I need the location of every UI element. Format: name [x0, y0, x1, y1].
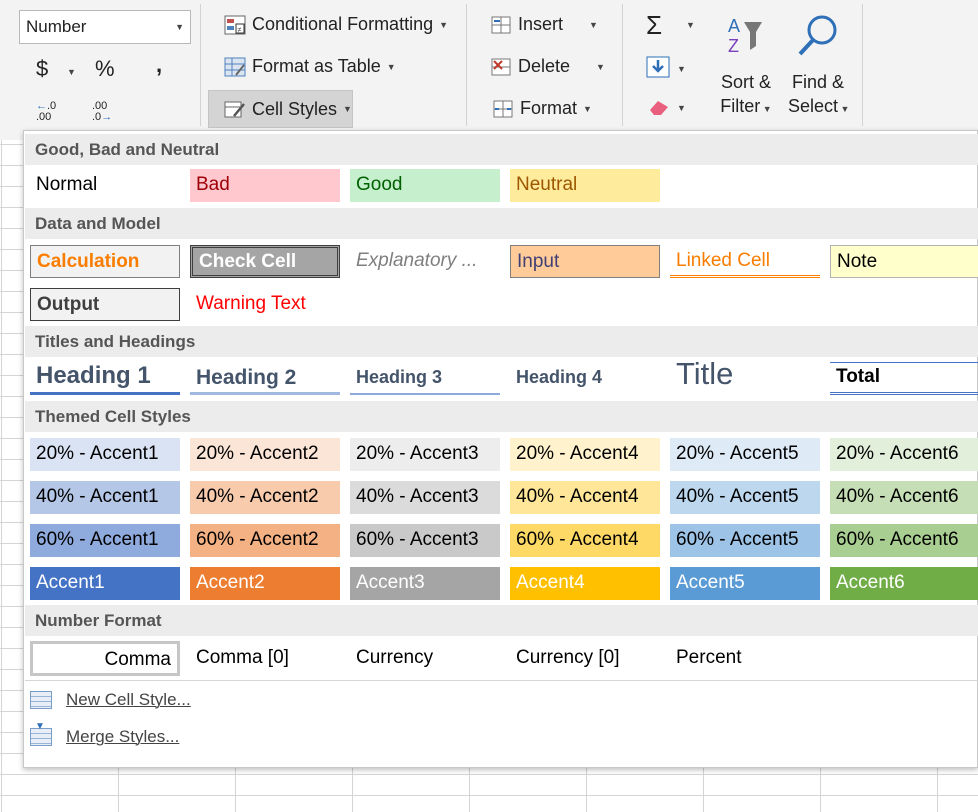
style-100-accent1[interactable]: Accent1	[30, 567, 180, 600]
delete-button[interactable]: Delete ▼	[490, 56, 605, 77]
fill-icon[interactable]	[646, 56, 670, 83]
sort-filter-button[interactable]: AZ Sort & Filter ▼	[718, 12, 774, 121]
style-60-accent2[interactable]: 60% - Accent2	[190, 524, 340, 557]
style-warning-text[interactable]: Warning Text	[190, 288, 340, 321]
style-explanatory[interactable]: Explanatory ...	[350, 245, 500, 278]
style-60-accent3[interactable]: 60% - Accent3	[350, 524, 500, 557]
style-currency-0[interactable]: Currency [0]	[510, 642, 660, 675]
svg-text:A: A	[728, 16, 740, 36]
style-heading-4[interactable]: Heading 4	[510, 362, 660, 395]
number-format-value: Number	[26, 17, 87, 36]
increase-decimal-button[interactable]: ←.0 .00	[36, 101, 56, 123]
section-header: Number Format	[25, 605, 978, 636]
style-60-accent6[interactable]: 60% - Accent6	[830, 524, 978, 557]
style-output[interactable]: Output	[30, 288, 180, 321]
conditional-formatting-button[interactable]: ≠ Conditional Formatting ▼	[224, 14, 448, 35]
svg-text:Z: Z	[728, 36, 739, 56]
style-20-accent3[interactable]: 20% - Accent3	[350, 438, 500, 471]
style-linked-cell[interactable]: Linked Cell	[670, 245, 820, 278]
style-40-accent4[interactable]: 40% - Accent4	[510, 481, 660, 514]
style-heading-1[interactable]: Heading 1	[30, 360, 180, 395]
style-40-accent1[interactable]: 40% - Accent1	[30, 481, 180, 514]
style-100-accent6[interactable]: Accent6	[830, 567, 978, 600]
style-normal[interactable]: Normal	[30, 169, 180, 202]
style-20-accent1[interactable]: 20% - Accent1	[30, 438, 180, 471]
currency-button[interactable]: $	[36, 56, 48, 82]
chevron-down-icon[interactable]: ▼	[677, 64, 686, 74]
cell-styles-gallery: Good, Bad and Neutral Normal Bad Good Ne…	[23, 130, 978, 768]
style-currency[interactable]: Currency	[350, 642, 500, 675]
style-comma-0[interactable]: Comma [0]	[190, 642, 340, 675]
divider	[25, 680, 978, 681]
section-header: Themed Cell Styles	[25, 401, 978, 432]
style-neutral[interactable]: Neutral	[510, 169, 660, 202]
format-cells-icon	[492, 99, 514, 119]
style-40-accent2[interactable]: 40% - Accent2	[190, 481, 340, 514]
find-select-button[interactable]: Find & Select ▼	[788, 12, 849, 121]
percent-button[interactable]: %	[95, 56, 115, 82]
number-format-dropdown[interactable]: Number ▼	[19, 10, 191, 44]
section-header: Good, Bad and Neutral	[25, 134, 978, 165]
conditional-formatting-icon: ≠	[224, 15, 246, 35]
cell-styles-button[interactable]: Cell Styles ▼	[208, 90, 353, 128]
sort-filter-icon: AZ	[728, 16, 762, 56]
insert-button[interactable]: Insert ▼	[490, 14, 598, 35]
style-percent[interactable]: Percent	[670, 642, 820, 675]
style-40-accent3[interactable]: 40% - Accent3	[350, 481, 500, 514]
format-as-table-icon	[224, 57, 246, 77]
style-check-cell[interactable]: Check Cell	[190, 245, 340, 278]
chevron-down-icon[interactable]: ▼	[677, 103, 686, 113]
style-60-accent1[interactable]: 60% - Accent1	[30, 524, 180, 557]
chevron-down-icon[interactable]: ▼	[686, 20, 695, 30]
merge-styles-icon: ▼	[30, 721, 52, 746]
style-title[interactable]: Title	[670, 355, 820, 393]
autosum-icon[interactable]: Σ	[646, 10, 662, 41]
style-heading-3[interactable]: Heading 3	[350, 362, 500, 395]
new-cell-style-menu-item[interactable]: New Cell Style...	[30, 690, 191, 710]
insert-cells-icon	[490, 15, 512, 35]
svg-text:≠: ≠	[238, 27, 242, 34]
style-20-accent6[interactable]: 20% - Accent6	[830, 438, 978, 471]
style-heading-2[interactable]: Heading 2	[190, 362, 340, 395]
style-note[interactable]: Note	[830, 245, 978, 278]
format-as-table-button[interactable]: Format as Table ▼	[224, 56, 396, 77]
style-20-accent4[interactable]: 20% - Accent4	[510, 438, 660, 471]
format-cells-button[interactable]: Format ▼	[492, 98, 592, 119]
style-total[interactable]: Total	[830, 362, 978, 395]
style-40-accent6[interactable]: 40% - Accent6	[830, 481, 978, 514]
style-100-accent5[interactable]: Accent5	[670, 567, 820, 600]
style-20-accent2[interactable]: 20% - Accent2	[190, 438, 340, 471]
style-40-accent5[interactable]: 40% - Accent5	[670, 481, 820, 514]
style-100-accent3[interactable]: Accent3	[350, 567, 500, 600]
style-100-accent4[interactable]: Accent4	[510, 567, 660, 600]
section-header: Titles and Headings	[25, 326, 978, 357]
cell-styles-icon	[224, 99, 246, 119]
new-cell-style-icon	[30, 691, 52, 709]
magnifier-icon	[798, 15, 837, 56]
comma-style-button[interactable]: ,	[156, 52, 162, 78]
style-comma[interactable]: Comma	[30, 641, 180, 676]
style-calculation[interactable]: Calculation	[30, 245, 180, 278]
style-bad[interactable]: Bad	[190, 169, 340, 202]
section-header: Data and Model	[25, 208, 978, 239]
style-60-accent5[interactable]: 60% - Accent5	[670, 524, 820, 557]
style-input[interactable]: Input	[510, 245, 660, 278]
delete-cells-icon	[490, 57, 512, 77]
decrease-decimal-button[interactable]: .00 .0→	[92, 101, 112, 123]
style-20-accent5[interactable]: 20% - Accent5	[670, 438, 820, 471]
chevron-down-icon[interactable]: ▼	[67, 67, 76, 77]
merge-styles-menu-item[interactable]: ▼ Merge Styles...	[30, 721, 179, 747]
style-60-accent4[interactable]: 60% - Accent4	[510, 524, 660, 557]
clear-eraser-icon[interactable]	[648, 98, 670, 121]
style-100-accent2[interactable]: Accent2	[190, 567, 340, 600]
chevron-down-icon: ▼	[175, 22, 184, 32]
style-good[interactable]: Good	[350, 169, 500, 202]
